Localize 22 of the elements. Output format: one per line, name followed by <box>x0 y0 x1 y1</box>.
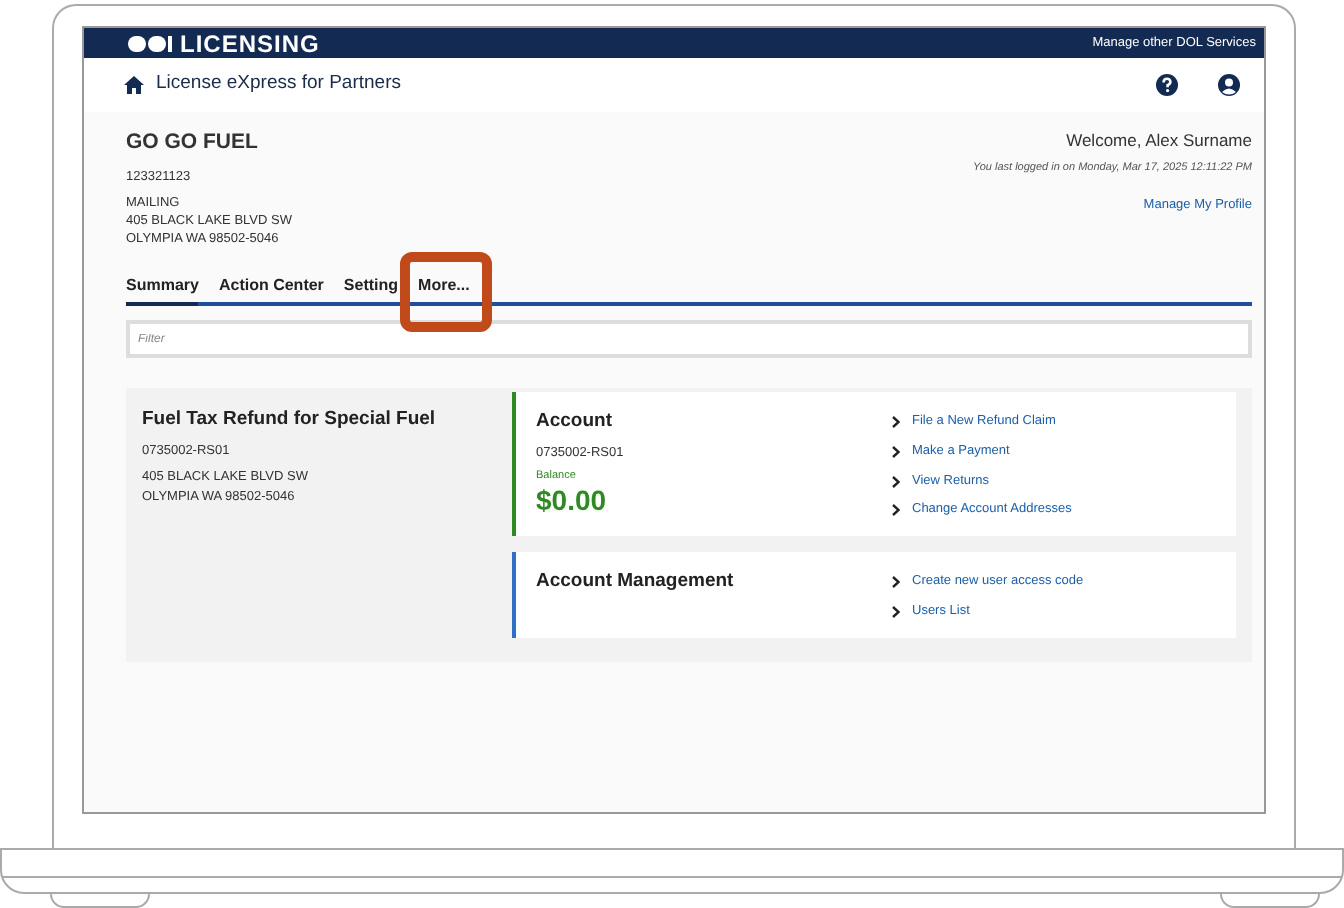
tab[interactable]: Summary <box>126 274 199 307</box>
license-title: Fuel Tax Refund for Special Fuel <box>142 406 438 435</box>
panel-title: Account Management <box>536 568 736 597</box>
logo-icon <box>128 33 172 53</box>
balance-amount: $0.00 <box>536 486 609 518</box>
chevron-icon <box>892 605 900 618</box>
user-icon[interactable] <box>1218 74 1240 96</box>
welcome-text: Welcome, Alex Surname <box>1064 128 1252 154</box>
home-icon[interactable] <box>124 76 144 94</box>
chevron-icon <box>892 416 900 428</box>
tab[interactable]: Action Center <box>218 274 324 307</box>
chevron-icon <box>892 475 900 487</box>
help-icon[interactable] <box>1156 74 1178 96</box>
chevron-icon <box>892 576 900 588</box>
logo-text: LICENSING <box>180 31 320 55</box>
chevron-icon <box>892 445 900 458</box>
tab[interactable]: More... <box>418 274 470 307</box>
app-title: License eXpress for Partners <box>156 70 402 99</box>
chevron-icon <box>892 504 900 517</box>
business-name: GO GO FUEL <box>126 128 260 158</box>
panel-title: Account <box>536 408 614 437</box>
tab[interactable]: Setting <box>343 274 399 307</box>
